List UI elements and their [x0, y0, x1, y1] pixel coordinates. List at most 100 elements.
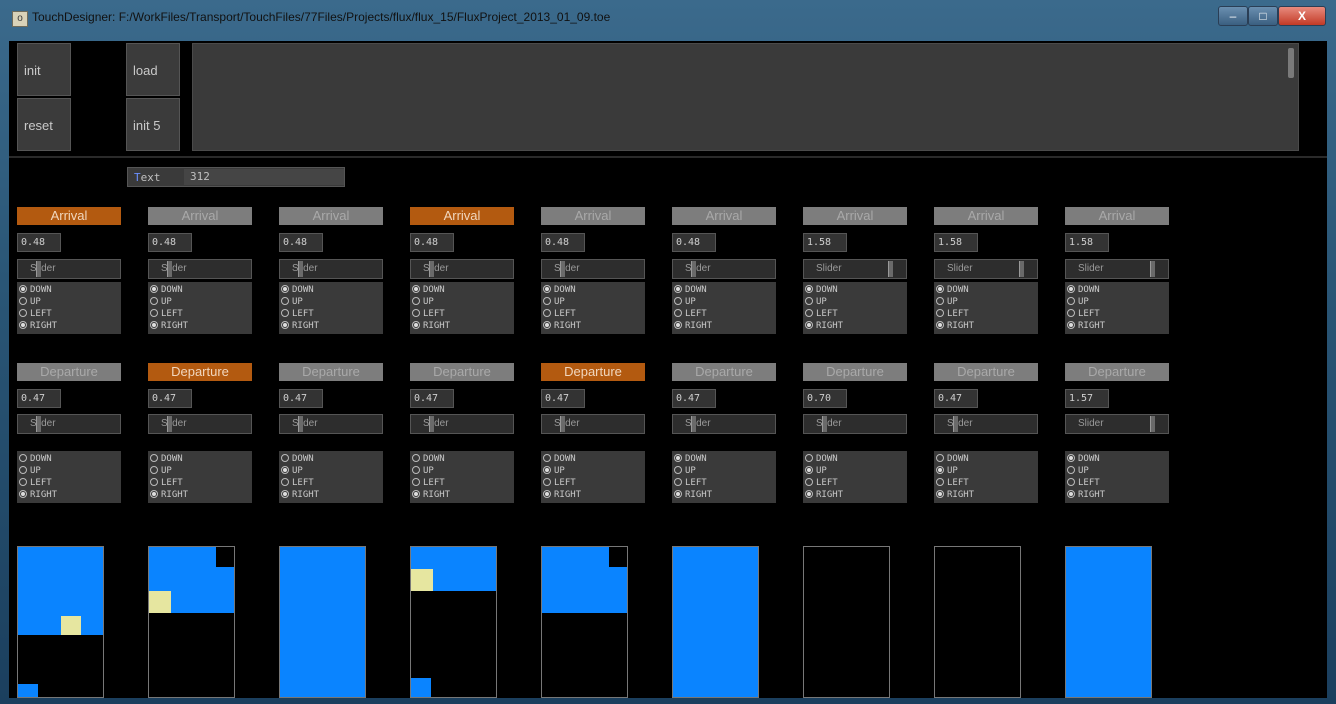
maximize-button[interactable]: □ [1248, 6, 1278, 26]
arrival-radio-left[interactable]: LEFT [17, 308, 121, 320]
departure-radio-up[interactable]: UP [279, 465, 383, 477]
departure-header-button[interactable]: Departure [541, 363, 645, 381]
departure-radio-down[interactable]: DOWN [1065, 453, 1169, 465]
minimize-button[interactable]: – [1218, 6, 1248, 26]
text-field[interactable]: Text 312 [127, 167, 345, 187]
arrival-radio-left[interactable]: LEFT [541, 308, 645, 320]
arrival-value-field[interactable]: 0.48 [148, 233, 192, 252]
arrival-radio-left[interactable]: LEFT [148, 308, 252, 320]
arrival-radio-up[interactable]: UP [410, 296, 514, 308]
departure-slider[interactable]: Slider [1065, 414, 1169, 434]
departure-radio-down[interactable]: DOWN [410, 453, 514, 465]
arrival-slider-thumb[interactable] [1150, 261, 1155, 277]
departure-slider-thumb[interactable] [953, 416, 958, 432]
init-button[interactable]: init [17, 43, 71, 96]
arrival-header-button[interactable]: Arrival [672, 207, 776, 225]
departure-header-button[interactable]: Departure [1065, 363, 1169, 381]
departure-radio-left[interactable]: LEFT [541, 477, 645, 489]
departure-header-button[interactable]: Departure [803, 363, 907, 381]
departure-value-field[interactable]: 0.47 [410, 389, 454, 408]
arrival-radio-down[interactable]: DOWN [17, 284, 121, 296]
departure-radio-up[interactable]: UP [541, 465, 645, 477]
arrival-radio-up[interactable]: UP [672, 296, 776, 308]
departure-slider-thumb[interactable] [298, 416, 303, 432]
arrival-radio-right[interactable]: RIGHT [148, 320, 252, 332]
departure-header-button[interactable]: Departure [17, 363, 121, 381]
arrival-slider[interactable]: Slider [934, 259, 1038, 279]
arrival-radio-right[interactable]: RIGHT [803, 320, 907, 332]
departure-radio-right[interactable]: RIGHT [17, 489, 121, 501]
arrival-slider[interactable]: Slider [672, 259, 776, 279]
arrival-slider-thumb[interactable] [36, 261, 41, 277]
departure-header-button[interactable]: Departure [672, 363, 776, 381]
arrival-radio-down[interactable]: DOWN [410, 284, 514, 296]
departure-radio-right[interactable]: RIGHT [148, 489, 252, 501]
departure-radio-up[interactable]: UP [803, 465, 907, 477]
arrival-radio-down[interactable]: DOWN [148, 284, 252, 296]
arrival-header-button[interactable]: Arrival [17, 207, 121, 225]
init5-button[interactable]: init 5 [126, 98, 180, 151]
arrival-header-button[interactable]: Arrival [541, 207, 645, 225]
arrival-slider[interactable]: Slider [148, 259, 252, 279]
arrival-header-button[interactable]: Arrival [410, 207, 514, 225]
arrival-slider-thumb[interactable] [691, 261, 696, 277]
arrival-radio-right[interactable]: RIGHT [672, 320, 776, 332]
arrival-radio-down[interactable]: DOWN [1065, 284, 1169, 296]
arrival-slider[interactable]: Slider [1065, 259, 1169, 279]
arrival-radio-right[interactable]: RIGHT [541, 320, 645, 332]
arrival-slider-thumb[interactable] [560, 261, 565, 277]
arrival-value-field[interactable]: 0.48 [541, 233, 585, 252]
arrival-header-button[interactable]: Arrival [1065, 207, 1169, 225]
departure-radio-up[interactable]: UP [410, 465, 514, 477]
departure-radio-down[interactable]: DOWN [17, 453, 121, 465]
arrival-value-field[interactable]: 0.48 [410, 233, 454, 252]
departure-radio-left[interactable]: LEFT [803, 477, 907, 489]
arrival-radio-down[interactable]: DOWN [934, 284, 1038, 296]
departure-radio-right[interactable]: RIGHT [410, 489, 514, 501]
arrival-radio-up[interactable]: UP [148, 296, 252, 308]
arrival-value-field[interactable]: 0.48 [17, 233, 61, 252]
arrival-value-field[interactable]: 1.58 [934, 233, 978, 252]
arrival-radio-right[interactable]: RIGHT [934, 320, 1038, 332]
arrival-slider-thumb[interactable] [167, 261, 172, 277]
arrival-radio-up[interactable]: UP [279, 296, 383, 308]
arrival-slider[interactable]: Slider [410, 259, 514, 279]
departure-value-field[interactable]: 0.47 [279, 389, 323, 408]
arrival-radio-up[interactable]: UP [803, 296, 907, 308]
arrival-radio-right[interactable]: RIGHT [1065, 320, 1169, 332]
arrival-value-field[interactable]: 1.58 [803, 233, 847, 252]
close-button[interactable]: X [1278, 6, 1326, 26]
departure-slider-thumb[interactable] [822, 416, 827, 432]
arrival-slider[interactable]: Slider [279, 259, 383, 279]
arrival-slider[interactable]: Slider [17, 259, 121, 279]
departure-slider[interactable]: Slider [541, 414, 645, 434]
departure-slider[interactable]: Slider [934, 414, 1038, 434]
departure-radio-left[interactable]: LEFT [279, 477, 383, 489]
arrival-radio-left[interactable]: LEFT [672, 308, 776, 320]
arrival-radio-up[interactable]: UP [17, 296, 121, 308]
departure-slider[interactable]: Slider [410, 414, 514, 434]
reset-button[interactable]: reset [17, 98, 71, 151]
departure-value-field[interactable]: 0.47 [672, 389, 716, 408]
text-display-area[interactable] [192, 43, 1299, 151]
departure-value-field[interactable]: 0.47 [17, 389, 61, 408]
departure-radio-down[interactable]: DOWN [541, 453, 645, 465]
departure-slider[interactable]: Slider [148, 414, 252, 434]
arrival-radio-down[interactable]: DOWN [279, 284, 383, 296]
departure-radio-right[interactable]: RIGHT [672, 489, 776, 501]
load-button[interactable]: load [126, 43, 180, 96]
departure-radio-left[interactable]: LEFT [1065, 477, 1169, 489]
arrival-slider-thumb[interactable] [298, 261, 303, 277]
departure-radio-left[interactable]: LEFT [17, 477, 121, 489]
departure-radio-right[interactable]: RIGHT [279, 489, 383, 501]
arrival-radio-left[interactable]: LEFT [934, 308, 1038, 320]
departure-radio-up[interactable]: UP [672, 465, 776, 477]
arrival-radio-right[interactable]: RIGHT [410, 320, 514, 332]
arrival-slider[interactable]: Slider [541, 259, 645, 279]
departure-radio-up[interactable]: UP [1065, 465, 1169, 477]
arrival-header-button[interactable]: Arrival [934, 207, 1038, 225]
arrival-slider-thumb[interactable] [888, 261, 893, 277]
departure-header-button[interactable]: Departure [148, 363, 252, 381]
arrival-radio-up[interactable]: UP [1065, 296, 1169, 308]
departure-radio-left[interactable]: LEFT [410, 477, 514, 489]
